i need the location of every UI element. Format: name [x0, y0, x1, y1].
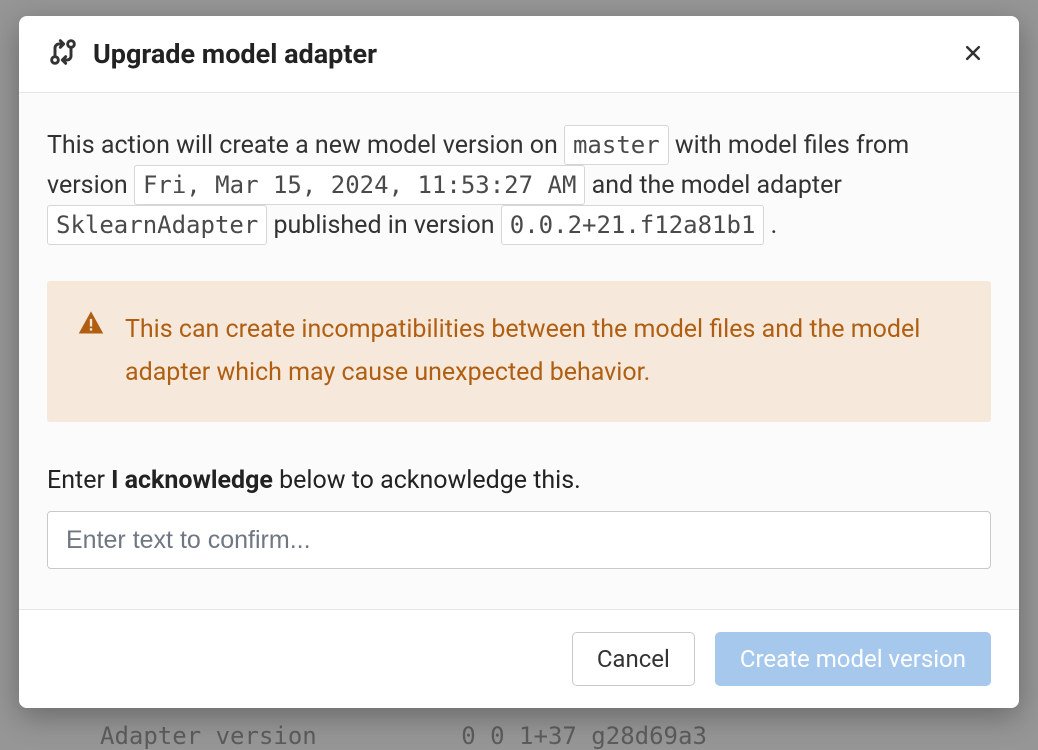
adapter-version-chip: 0.0.2+21.f12a81b1 — [501, 205, 765, 245]
cancel-button[interactable]: Cancel — [572, 632, 695, 686]
warning-text: This can create incompatibilities betwee… — [125, 309, 961, 394]
warning-icon — [77, 309, 105, 341]
modal-description: This action will create a new model vers… — [47, 125, 991, 245]
desc-part5: . — [764, 211, 777, 240]
desc-part1: This action will create a new model vers… — [47, 131, 564, 160]
close-icon — [963, 43, 983, 66]
modal-header: Upgrade model adapter — [19, 16, 1019, 93]
modal-body: This action will create a new model vers… — [19, 93, 1019, 609]
desc-part3: and the model adapter — [585, 171, 841, 200]
ack-prefix: Enter — [47, 466, 111, 495]
warning-callout: This can create incompatibilities betwee… — [47, 281, 991, 422]
ack-input[interactable] — [47, 511, 991, 569]
create-model-version-button[interactable]: Create model version — [715, 632, 991, 686]
ack-instruction: Enter I acknowledge below to acknowledge… — [47, 466, 991, 495]
desc-part4: published in version — [267, 211, 500, 240]
compare-icon — [47, 36, 79, 72]
adapter-chip: SklearnAdapter — [47, 205, 267, 245]
close-button[interactable] — [955, 36, 991, 72]
branch-chip: master — [564, 125, 669, 165]
upgrade-modal: Upgrade model adapter This action will c… — [19, 16, 1019, 708]
modal-header-left: Upgrade model adapter — [47, 36, 377, 72]
modal-title: Upgrade model adapter — [93, 38, 377, 70]
ack-phrase: I acknowledge — [111, 466, 273, 495]
modal-footer: Cancel Create model version — [19, 609, 1019, 708]
ack-suffix: below to acknowledge this. — [273, 466, 581, 495]
version-date-chip: Fri, Mar 15, 2024, 11:53:27 AM — [134, 165, 585, 205]
modal-overlay[interactable]: Upgrade model adapter This action will c… — [0, 0, 1038, 750]
